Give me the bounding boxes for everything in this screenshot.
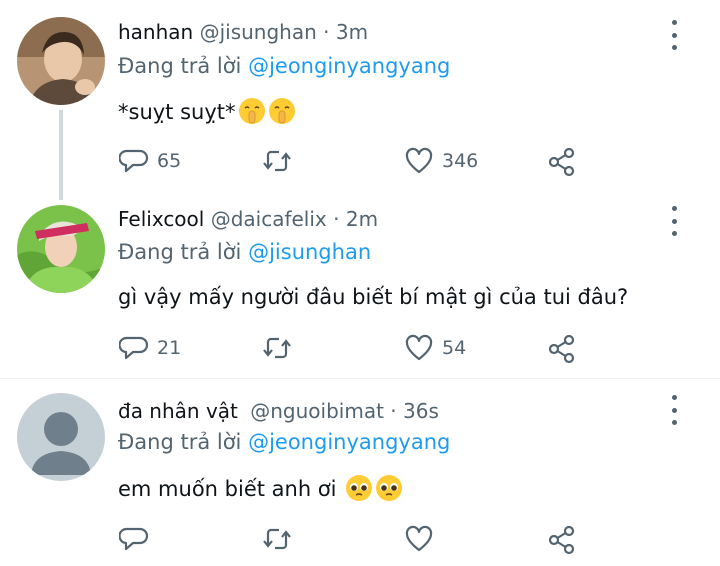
display-name[interactable]: Felixcool — [118, 207, 204, 231]
user-handle[interactable]: @daicafelix — [211, 207, 327, 231]
retweet-icon — [263, 337, 291, 359]
pleading-face-emoji-icon — [375, 474, 403, 502]
separator-dot: · — [333, 207, 340, 231]
tweet-2[interactable]: Felixcool @daicafelix · 2m Đang trả lời … — [0, 190, 720, 378]
avatar[interactable] — [17, 205, 105, 293]
more-vertical-icon[interactable] — [664, 395, 684, 425]
retweet-button[interactable] — [261, 334, 301, 362]
reply-button[interactable] — [119, 525, 157, 553]
replying-to: Đang trả lời @jeonginyangyang — [118, 52, 450, 80]
share-icon — [548, 525, 575, 555]
reply-button[interactable]: 65 — [119, 147, 181, 175]
heart-icon — [405, 147, 433, 174]
reply-button[interactable]: 21 — [119, 334, 181, 362]
reply-count: 21 — [157, 337, 182, 359]
tweet-header: hanhan @jisunghan · 3m — [118, 19, 368, 45]
share-button[interactable] — [547, 147, 577, 177]
like-button[interactable]: 54 — [404, 334, 466, 362]
display-name[interactable]: đa nhân vật — [118, 399, 238, 423]
tweet-header: đa nhân vật @nguoibimat · 36s — [118, 398, 439, 424]
share-button[interactable] — [547, 334, 577, 364]
replying-prefix: Đang trả lời — [118, 240, 242, 264]
tweet-text-content: em muốn biết anh ơi — [118, 477, 337, 501]
replying-to: Đang trả lời @jeonginyangyang — [118, 428, 450, 456]
reply-count: 65 — [157, 150, 182, 172]
retweet-button[interactable] — [261, 147, 301, 175]
display-name[interactable]: hanhan — [118, 20, 193, 44]
heart-icon — [405, 525, 433, 552]
more-vertical-icon[interactable] — [664, 20, 684, 50]
heart-icon — [405, 334, 433, 361]
share-icon — [548, 334, 575, 364]
like-count: 54 — [442, 337, 467, 359]
reply-icon — [119, 527, 149, 551]
replying-prefix: Đang trả lời — [118, 54, 242, 78]
retweet-button[interactable] — [261, 525, 301, 553]
reply-icon — [119, 336, 149, 360]
user-handle[interactable]: @jisunghan — [200, 20, 317, 44]
tweet-text-content: gì vậy mấy người đâu biết bí mật gì của … — [118, 285, 629, 309]
replying-prefix: Đang trả lời — [118, 430, 242, 454]
tweet-1[interactable]: hanhan @jisunghan · 3m Đang trả lời @jeo… — [0, 0, 720, 190]
pleading-face-emoji-icon — [345, 474, 373, 502]
retweet-icon — [263, 528, 291, 550]
like-button[interactable] — [404, 525, 442, 553]
separator-dot: · — [390, 399, 397, 423]
tweet-text: *suỵt suỵt* — [118, 97, 296, 126]
retweet-icon — [263, 150, 291, 172]
separator-dot: · — [323, 20, 330, 44]
avatar[interactable] — [17, 393, 105, 481]
shushing-face-emoji-icon — [238, 97, 266, 125]
tweet-header: Felixcool @daicafelix · 2m — [118, 206, 378, 232]
mention-link[interactable]: @jisunghan — [248, 240, 371, 264]
user-handle[interactable]: @nguoibimat — [250, 399, 384, 423]
avatar[interactable] — [17, 17, 105, 105]
tweet-text-content: *suỵt suỵt* — [118, 100, 236, 124]
tweet-text: em muốn biết anh ơi — [118, 474, 403, 503]
mention-link[interactable]: @jeonginyangyang — [248, 54, 450, 78]
share-icon — [548, 147, 575, 177]
share-button[interactable] — [547, 525, 577, 555]
replying-to: Đang trả lời @jisunghan — [118, 238, 371, 266]
like-count: 346 — [442, 150, 479, 172]
mention-link[interactable]: @jeonginyangyang — [248, 430, 450, 454]
timestamp[interactable]: 3m — [336, 20, 368, 44]
reply-icon — [119, 149, 149, 173]
like-button[interactable]: 346 — [404, 147, 478, 175]
tweet-3[interactable]: đa nhân vật @nguoibimat · 36s Đang trả l… — [0, 379, 720, 566]
more-vertical-icon[interactable] — [664, 206, 684, 236]
timestamp[interactable]: 36s — [403, 399, 439, 423]
tweet-text: gì vậy mấy người đâu biết bí mật gì của … — [118, 283, 628, 311]
shushing-face-emoji-icon — [268, 97, 296, 125]
timestamp[interactable]: 2m — [346, 207, 378, 231]
